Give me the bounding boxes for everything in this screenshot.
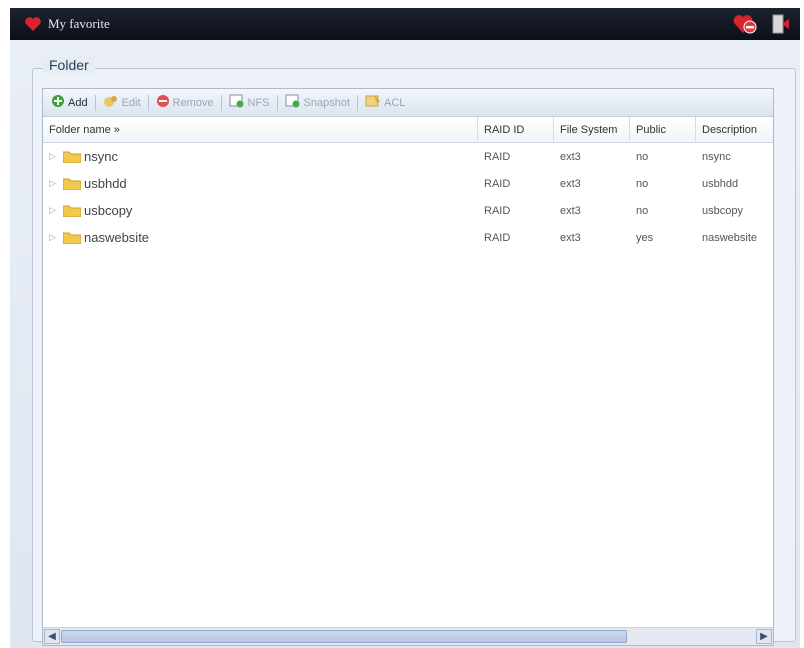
public: yes (636, 231, 654, 244)
expand-arrow-icon[interactable]: ▷ (49, 205, 59, 216)
column-description[interactable]: Description (696, 117, 773, 142)
snapshot-icon (285, 94, 301, 111)
scroll-left-icon[interactable]: ◀ (44, 629, 60, 644)
toolbar-divider (94, 94, 96, 111)
expand-arrow-icon[interactable]: ▷ (49, 232, 59, 243)
description: nsync (702, 150, 731, 163)
folder-name: usbcopy (84, 203, 133, 218)
toolbar-divider (276, 94, 278, 111)
grid-toolbar: Add Edit Remove NFS Snapshot ACL (43, 89, 773, 117)
add-icon (51, 94, 65, 111)
acl-button[interactable]: ACL (361, 92, 409, 114)
scrollbar-thumb[interactable] (61, 630, 627, 643)
title-bar: My favorite (10, 8, 800, 40)
file-system: ext3 (560, 177, 581, 190)
nfs-icon (229, 94, 245, 111)
public: no (636, 177, 649, 190)
edit-button[interactable]: Edit (99, 92, 145, 114)
remove-button[interactable]: Remove (152, 92, 218, 114)
grid-header: Folder name » RAID ID File System Public… (43, 117, 773, 143)
acl-icon (365, 94, 381, 111)
expand-arrow-icon[interactable]: ▷ (49, 178, 59, 189)
file-system: ext3 (560, 204, 581, 217)
raid-id: RAID (484, 177, 511, 190)
table-row[interactable]: ▷ naswebsite RAID ext3 yes naswebsite (43, 224, 773, 251)
table-row[interactable]: ▷ usbcopy RAID ext3 no usbcopy (43, 197, 773, 224)
toolbar-divider (147, 94, 149, 111)
table-row[interactable]: ▷ usbhdd RAID ext3 no usbhdd (43, 170, 773, 197)
toolbar-divider (357, 94, 358, 111)
column-public[interactable]: Public (630, 117, 696, 142)
folder-icon (63, 205, 81, 217)
remove-favorite-icon[interactable] (732, 11, 758, 37)
column-file-system[interactable]: File System (554, 117, 630, 142)
expand-arrow-icon[interactable]: ▷ (49, 151, 59, 162)
folder-name: naswebsite (84, 230, 150, 245)
raid-id: RAID (484, 231, 511, 244)
horizontal-scrollbar[interactable]: ◀ ▶ (43, 627, 773, 645)
add-button[interactable]: Add (47, 92, 92, 114)
toolbar-divider (220, 94, 222, 111)
public: no (636, 150, 649, 163)
scroll-right-icon[interactable]: ▶ (756, 629, 772, 644)
file-system: ext3 (560, 231, 581, 244)
file-system: ext3 (560, 150, 581, 163)
panel-legend: Folder (43, 57, 95, 73)
nfs-button[interactable]: NFS (225, 92, 274, 114)
column-raid-id[interactable]: RAID ID (478, 117, 554, 142)
folder-name: usbhdd (84, 176, 127, 191)
raid-id: RAID (484, 204, 511, 217)
remove-icon (156, 94, 170, 111)
edit-icon (103, 94, 119, 111)
table-row[interactable]: ▷ nsync RAID ext3 no nsync (43, 143, 773, 170)
folder-name: nsync (84, 149, 118, 164)
folder-grid: Add Edit Remove NFS Snapshot ACL Folder … (42, 88, 774, 646)
folder-icon (63, 232, 81, 244)
raid-id: RAID (484, 150, 511, 163)
page-title: My favorite (48, 16, 110, 31)
snapshot-button[interactable]: Snapshot (281, 92, 354, 114)
description: usbcopy (702, 204, 743, 217)
column-folder-name[interactable]: Folder name » (43, 117, 478, 142)
folder-icon (63, 151, 81, 163)
description: naswebsite (702, 231, 758, 244)
heart-icon (22, 13, 44, 35)
folder-icon (63, 178, 81, 190)
description: usbhdd (702, 177, 739, 190)
logout-icon[interactable] (768, 11, 794, 37)
public: no (636, 204, 649, 217)
